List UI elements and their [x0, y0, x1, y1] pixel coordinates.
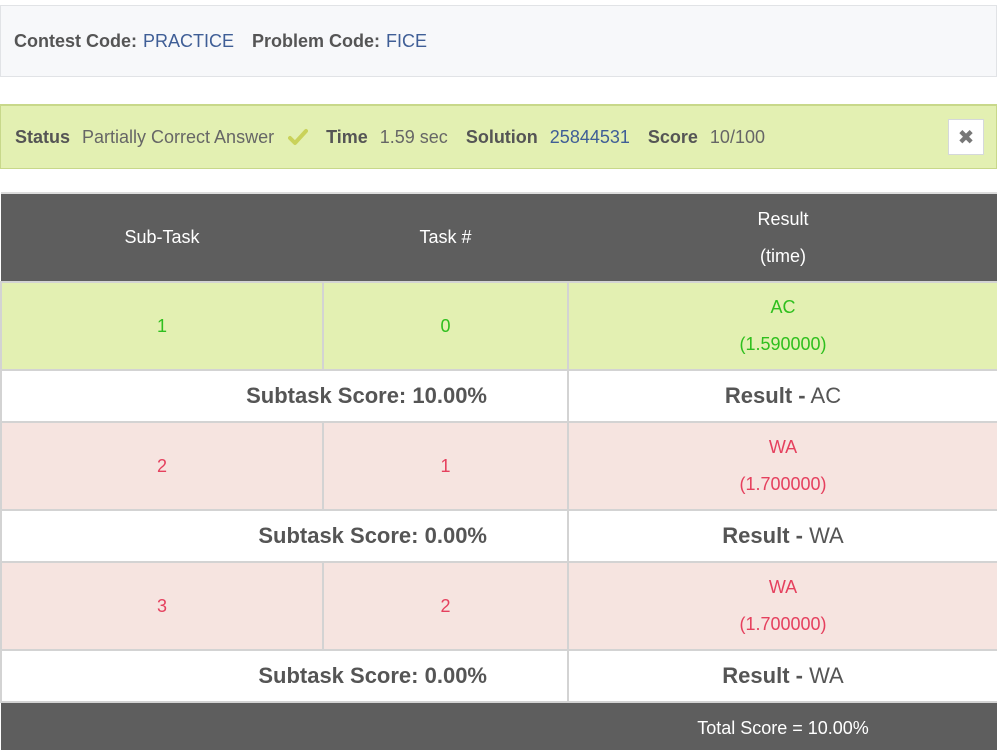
- task-number: 0: [322, 281, 569, 371]
- subtask-result-label: Result -: [722, 663, 803, 688]
- contest-code-link[interactable]: PRACTICE: [143, 31, 234, 52]
- result-verdict: WA: [768, 577, 798, 597]
- subtask-results-table: Sub-Task Task # Result (time) 1 0 AC (1.…: [0, 192, 997, 750]
- contest-info-bar: Contest Code: PRACTICE Problem Code: FIC…: [0, 5, 997, 77]
- contest-code-label: Contest Code:: [14, 30, 137, 51]
- check-icon: [288, 128, 309, 146]
- result-verdict: AC: [770, 297, 796, 317]
- header-subtask: Sub-Task: [1, 192, 323, 282]
- header-result: Result (time): [568, 192, 997, 282]
- task-result: WA (1.700000): [567, 421, 997, 511]
- close-button[interactable]: ✖: [948, 119, 984, 155]
- score-label: Score: [647, 126, 698, 147]
- subtask-result: Result - WA: [567, 509, 997, 563]
- header-result-time: (time): [760, 245, 806, 266]
- subtask-result-value: AC: [810, 383, 842, 408]
- table-row: 1 0 AC (1.590000): [0, 281, 997, 371]
- task-number: 2: [322, 561, 569, 651]
- result-verdict: WA: [768, 437, 798, 457]
- task-result: AC (1.590000): [567, 281, 997, 371]
- subtask-score-row: Subtask Score: 0.00% Result - WA: [0, 649, 997, 703]
- subtask-result-label: Result -: [722, 523, 803, 548]
- subtask-score: Subtask Score: 0.00%: [0, 649, 569, 703]
- time-value: 1.59 sec: [379, 126, 448, 147]
- solution-label: Solution: [465, 126, 538, 147]
- subtask-result-value: WA: [809, 663, 844, 688]
- problem-code-link[interactable]: FICE: [386, 31, 427, 52]
- table-row: 2 1 WA (1.700000): [0, 421, 997, 511]
- subtask-result-value: WA: [809, 523, 844, 548]
- close-icon: ✖: [957, 126, 975, 149]
- status-label: Status: [15, 126, 71, 147]
- task-result: WA (1.700000): [567, 561, 997, 651]
- subtask-number: 2: [0, 421, 324, 511]
- status-bar: Status Partially Correct Answer Time 1.5…: [0, 104, 997, 169]
- subtask-number: 1: [0, 281, 324, 371]
- subtask-score: Subtask Score: 0.00%: [0, 509, 569, 563]
- header-task: Task #: [323, 192, 568, 282]
- score-value: 10/100: [709, 126, 765, 147]
- result-time: (1.700000): [739, 474, 827, 494]
- task-number: 1: [322, 421, 569, 511]
- result-time: (1.700000): [739, 614, 827, 634]
- header-result-label: Result: [757, 208, 809, 229]
- table-row: 3 2 WA (1.700000): [0, 561, 997, 651]
- table-header-row: Sub-Task Task # Result (time): [1, 192, 997, 282]
- subtask-score-row: Subtask Score: 0.00% Result - WA: [0, 509, 997, 563]
- subtask-result: Result - AC: [567, 369, 997, 423]
- time-label: Time: [326, 126, 368, 147]
- subtask-number: 3: [0, 561, 324, 651]
- subtask-result-label: Result -: [724, 383, 806, 408]
- total-score-row: Total Score = 10.00%: [1, 701, 997, 750]
- result-time: (1.590000): [739, 334, 827, 354]
- solution-id-link[interactable]: 25844531: [550, 127, 630, 148]
- subtask-score: Subtask Score: 10.00%: [0, 369, 569, 423]
- submission-result-page: Contest Code: PRACTICE Problem Code: FIC…: [0, 0, 997, 750]
- problem-code-label: Problem Code:: [252, 30, 381, 51]
- subtask-score-row: Subtask Score: 10.00% Result - AC: [0, 369, 997, 423]
- subtask-result: Result - WA: [567, 649, 997, 703]
- status-value: Partially Correct Answer: [82, 126, 275, 147]
- total-score: Total Score = 10.00%: [568, 701, 997, 750]
